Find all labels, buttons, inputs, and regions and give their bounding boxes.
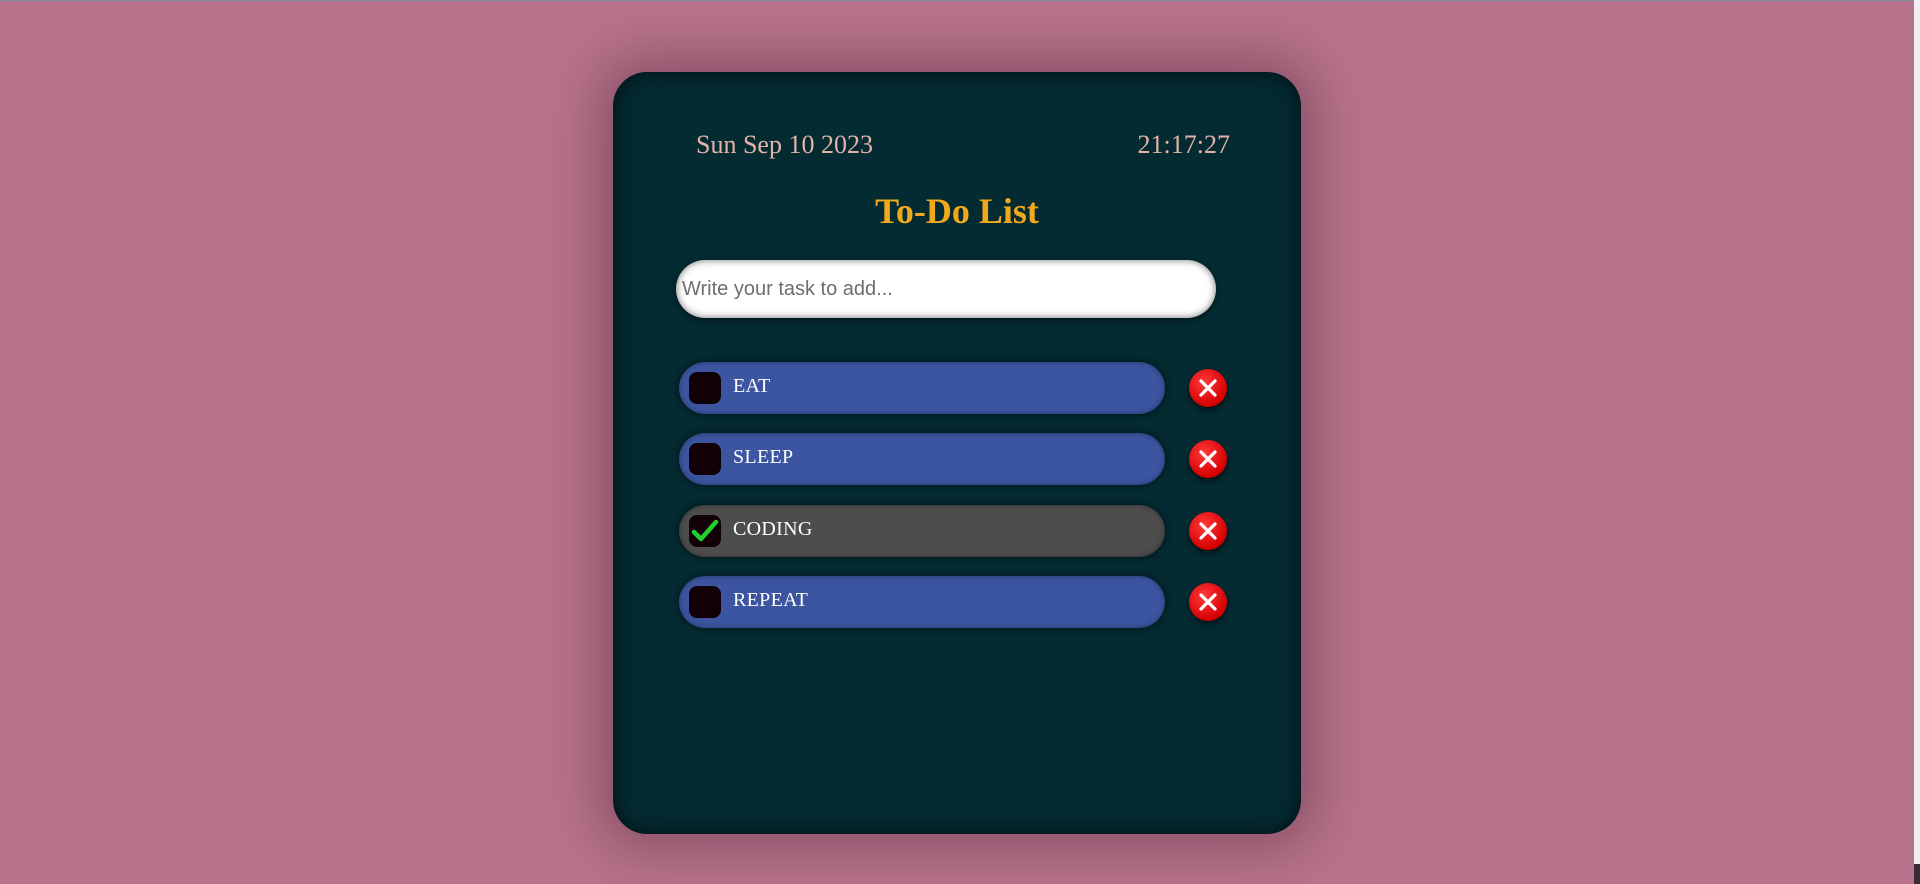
close-icon — [1199, 521, 1217, 540]
task-checkbox[interactable] — [689, 372, 721, 404]
close-icon — [1199, 450, 1217, 468]
todo-card: Sun Sep 10 2023 21:17:27 To-Do List EAT … — [613, 72, 1301, 834]
task-row-coding: CODING — [679, 504, 1239, 557]
task-checkbox-checked[interactable] — [689, 514, 721, 547]
window-top-border — [0, 0, 1920, 1]
page-title: To-Do List — [875, 191, 1039, 231]
current-time: 21:17:27 — [1137, 130, 1230, 159]
task-row-eat: EAT — [679, 362, 1239, 414]
task-label: EAT — [733, 375, 771, 397]
current-date: Sun Sep 10 2023 — [696, 130, 873, 159]
delete-task-button[interactable] — [1189, 440, 1227, 479]
task-row-sleep: SLEEP — [679, 433, 1239, 486]
task-item[interactable]: REPEAT — [679, 575, 1165, 628]
close-icon — [1199, 593, 1217, 611]
delete-task-button[interactable] — [1189, 511, 1227, 550]
task-item[interactable]: EAT — [679, 362, 1165, 414]
scrollbar-track[interactable] — [1914, 0, 1920, 884]
delete-task-button[interactable] — [1189, 369, 1227, 407]
scrollbar-corner — [1914, 864, 1920, 884]
task-list: EAT SLEEP CODING REPEAT — [679, 362, 1239, 647]
close-icon — [1199, 379, 1217, 397]
task-checkbox[interactable] — [689, 585, 721, 618]
delete-task-button[interactable] — [1189, 582, 1227, 621]
task-item[interactable]: SLEEP — [679, 433, 1165, 486]
task-label: REPEAT — [733, 588, 809, 611]
task-row-repeat: REPEAT — [679, 575, 1239, 628]
task-label: CODING — [733, 517, 813, 540]
task-checkbox[interactable] — [689, 443, 721, 476]
checkmark-icon — [691, 519, 719, 541]
task-item-completed[interactable]: CODING — [679, 504, 1165, 557]
task-input[interactable] — [676, 260, 1216, 318]
task-label: SLEEP — [733, 446, 794, 469]
